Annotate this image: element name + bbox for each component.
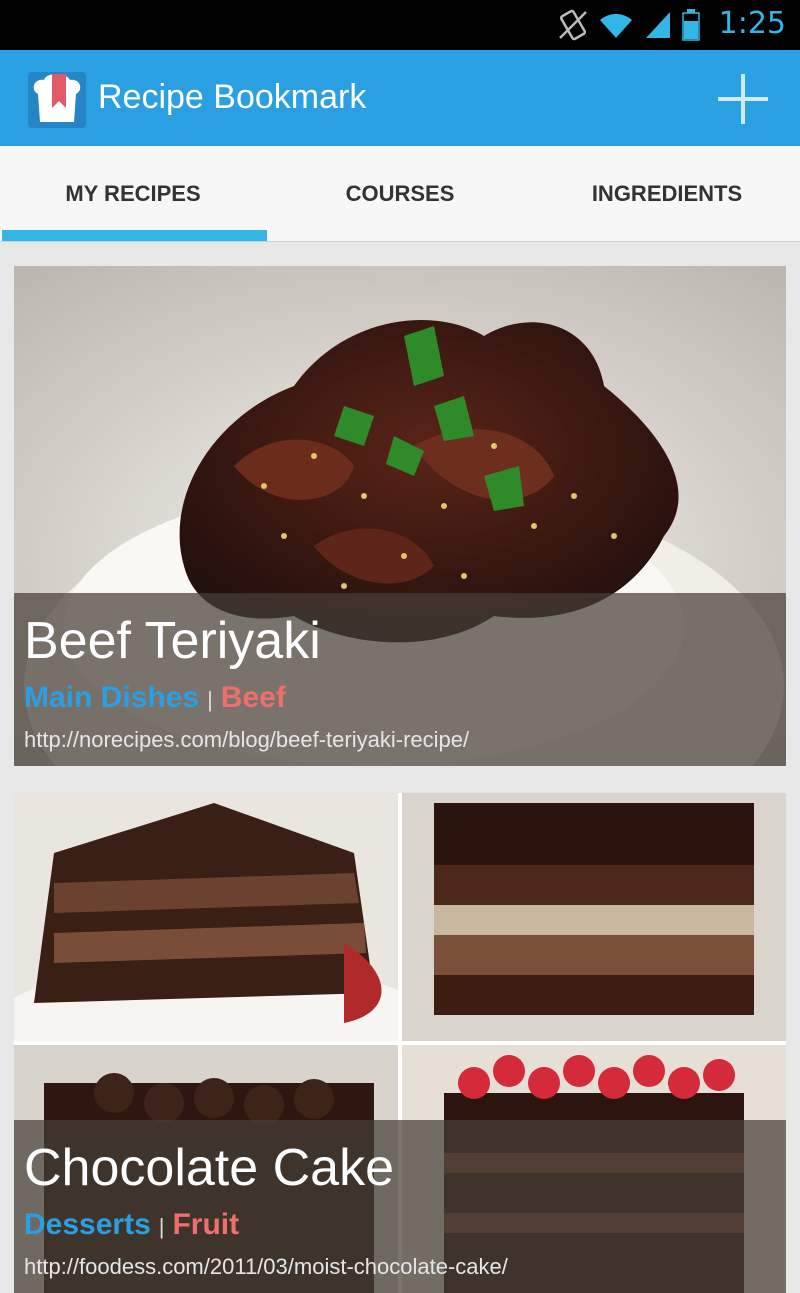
- recipe-card[interactable]: Chocolate Cake Desserts | Fruit http://foo…: [14, 793, 786, 1293]
- recipe-tags: Desserts | Fruit: [24, 1208, 239, 1242]
- tag-separator: |: [207, 687, 213, 712]
- recipe-info-overlay: Chocolate Cake Desserts | Fruit http://foo…: [14, 1120, 786, 1293]
- add-recipe-button[interactable]: [712, 68, 774, 130]
- recipe-info-overlay: Beef Teriyaki Main Dishes | Beef http://no…: [14, 593, 786, 766]
- recipe-url[interactable]: http://norecipes.com/blog/beef-teriyaki-…: [24, 727, 469, 753]
- tab-bar: MY RECIPES COURSES INGREDIENTS: [0, 146, 800, 242]
- course-tag[interactable]: Main Dishes: [24, 681, 199, 714]
- app-logo-icon: [28, 72, 86, 128]
- signal-icon: [646, 12, 670, 38]
- clock: 1:25: [718, 6, 786, 41]
- tab-ingredients[interactable]: INGREDIENTS: [534, 146, 800, 242]
- recipe-url[interactable]: http://foodess.com/2011/03/moist-chocola…: [24, 1254, 508, 1280]
- battery-icon: [682, 9, 700, 41]
- action-bar: Recipe Bookmark: [0, 50, 800, 146]
- tab-my-recipes[interactable]: MY RECIPES: [0, 146, 266, 242]
- recipe-tags: Main Dishes | Beef: [24, 681, 286, 715]
- app-title: Recipe Bookmark: [98, 78, 367, 116]
- recipe-title: Beef Teriyaki: [24, 612, 321, 670]
- course-tag[interactable]: Desserts: [24, 1208, 151, 1241]
- status-icons: [558, 8, 700, 42]
- ingredient-tag[interactable]: Beef: [221, 681, 286, 714]
- ingredient-tag[interactable]: Fruit: [172, 1208, 239, 1241]
- status-bar: 1:25: [0, 0, 800, 50]
- tab-selected-indicator: [2, 230, 267, 241]
- wifi-icon: [600, 13, 632, 38]
- recipe-title: Chocolate Cake: [24, 1139, 394, 1197]
- tag-separator: |: [158, 1214, 165, 1239]
- vibrate-icon: [559, 9, 587, 41]
- recipe-card[interactable]: Beef Teriyaki Main Dishes | Beef http://no…: [14, 266, 786, 766]
- tab-courses[interactable]: COURSES: [267, 146, 533, 242]
